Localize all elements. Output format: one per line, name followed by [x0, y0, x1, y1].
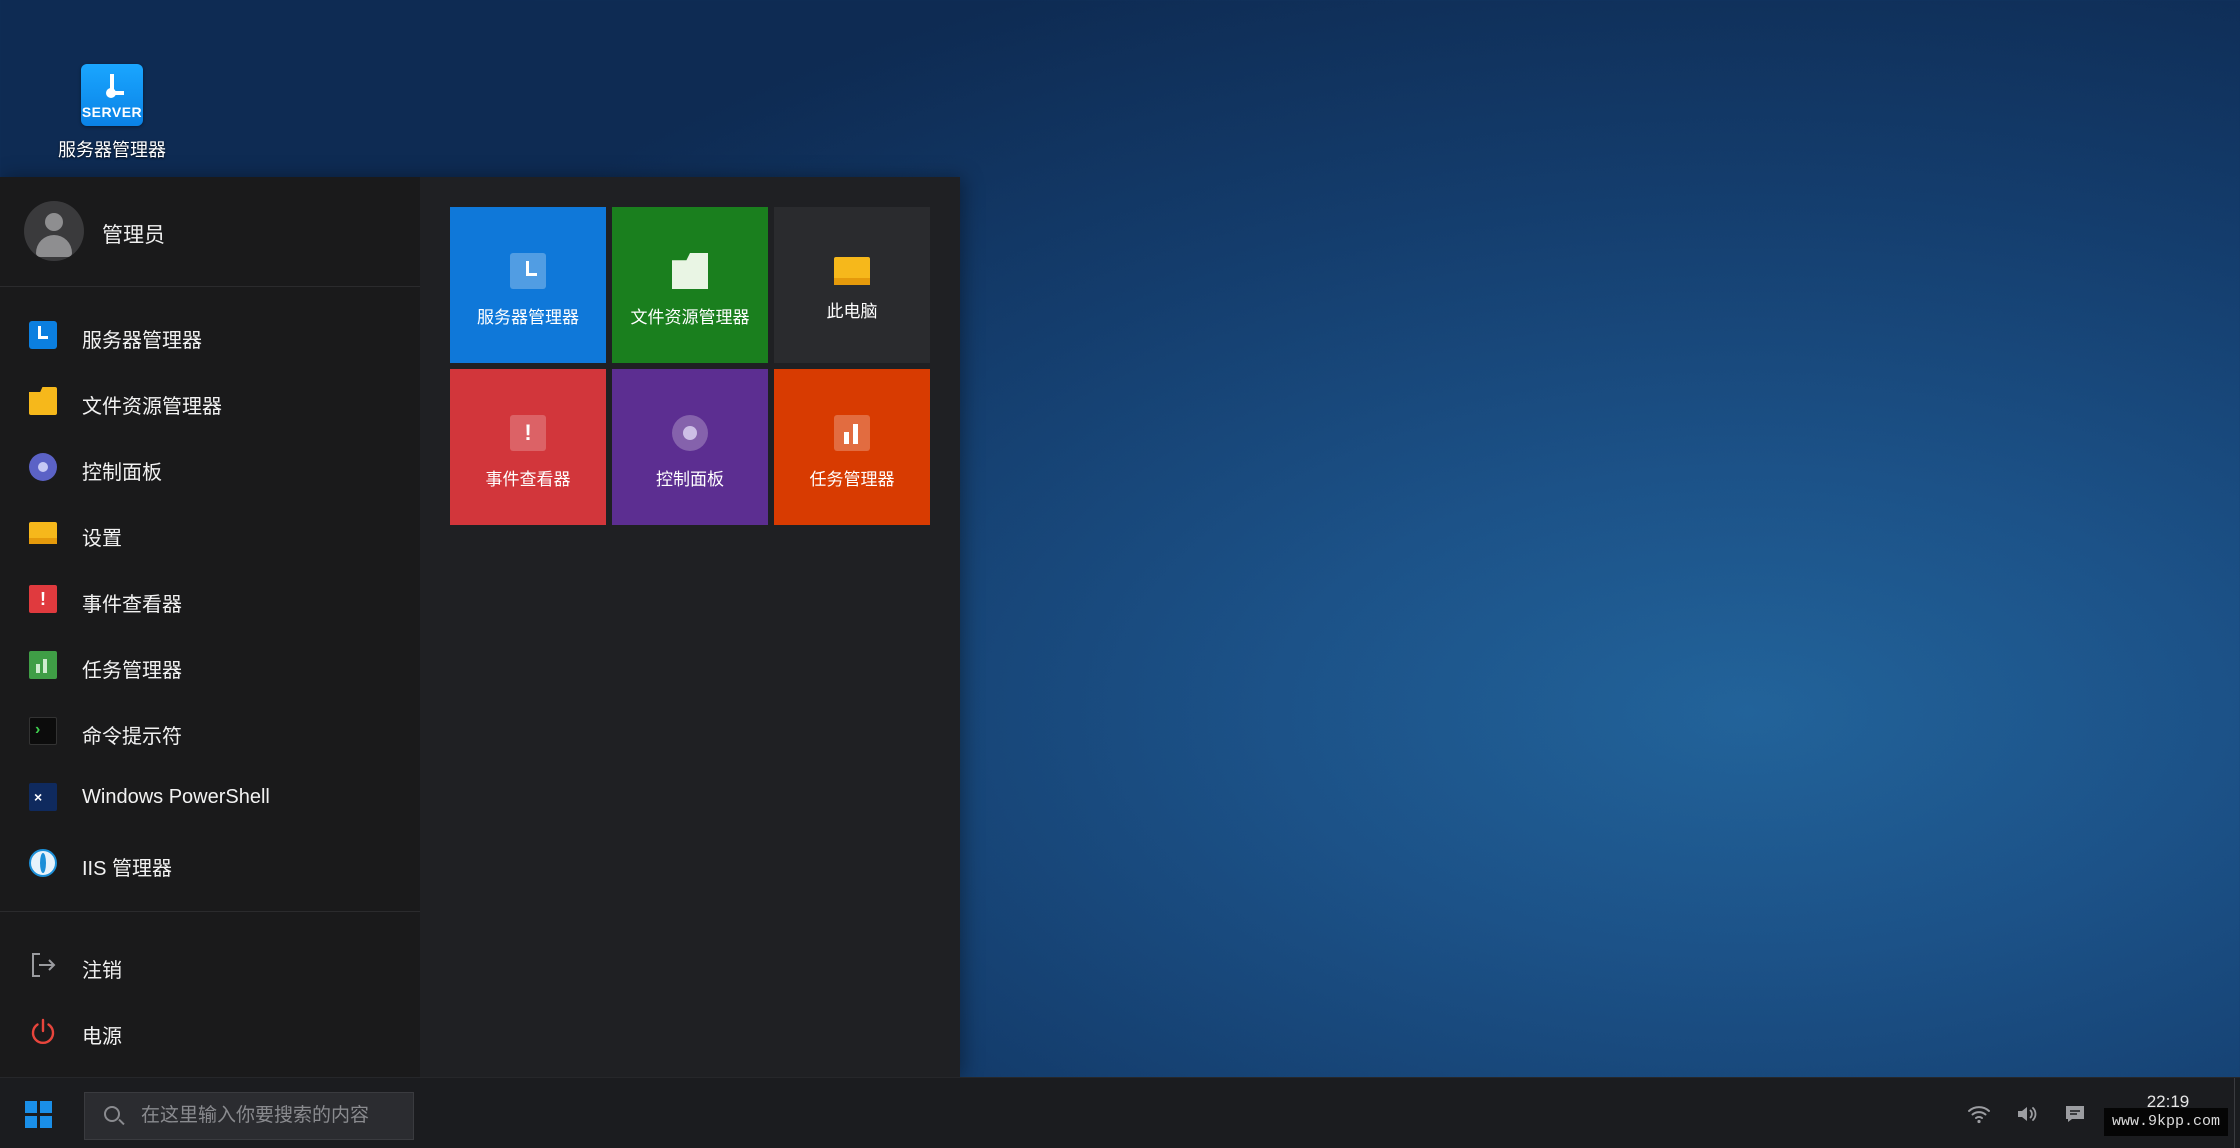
this-pc-icon — [834, 257, 870, 285]
search-input[interactable] — [141, 1101, 401, 1131]
start-menu: 管理员 服务器管理器 文件资源管理器 控制面板 设置 ! 事件查看器 任务管理器… — [0, 177, 960, 1077]
user-name: 管理员 — [102, 224, 165, 247]
app-item-label: 命令提示符 — [82, 726, 182, 748]
server-manager-icon: SERVER — [81, 64, 143, 126]
tile-this-pc[interactable]: 此电脑 — [774, 207, 930, 363]
tile-label: 控制面板 — [656, 470, 724, 489]
app-item-label: IIS 管理器 — [82, 858, 173, 880]
folder-icon — [29, 387, 57, 415]
app-item-label: 服务器管理器 — [82, 330, 202, 352]
windows-logo-icon[interactable] — [25, 1101, 53, 1129]
desktop-icon-server-manager[interactable]: SERVER 服务器管理器 — [40, 60, 184, 162]
settings-icon — [29, 522, 57, 544]
tile-label: 文件资源管理器 — [630, 308, 750, 327]
tile-server-manager[interactable]: 服务器管理器 — [450, 207, 606, 363]
app-item-label: Windows PowerShell — [82, 786, 270, 808]
app-item-settings[interactable]: 设置 — [0, 500, 420, 566]
search-box[interactable] — [84, 1092, 414, 1140]
powershell-icon: × — [29, 783, 57, 811]
tile-control-panel[interactable]: 控制面板 — [612, 369, 768, 525]
app-item-label: 控制面板 — [82, 462, 162, 484]
app-item-task-manager[interactable]: 任务管理器 — [0, 632, 420, 698]
start-menu-left-pane: 管理员 服务器管理器 文件资源管理器 控制面板 设置 ! 事件查看器 任务管理器… — [0, 177, 420, 1077]
power-icon — [29, 1017, 57, 1045]
control-panel-icon — [672, 415, 708, 451]
power-button[interactable]: 电源 — [0, 998, 420, 1064]
divider — [0, 911, 420, 912]
iis-icon — [29, 849, 57, 877]
tile-label: 此电脑 — [826, 302, 878, 321]
command-prompt-icon: › — [29, 717, 57, 745]
app-item-label: 事件查看器 — [82, 594, 182, 616]
task-manager-icon — [29, 651, 57, 679]
app-item-event-viewer[interactable]: ! 事件查看器 — [0, 566, 420, 632]
app-item-powershell[interactable]: × Windows PowerShell — [0, 764, 420, 830]
app-item-label: 任务管理器 — [82, 660, 182, 682]
tile-label: 事件查看器 — [485, 470, 571, 489]
tile-label: 服务器管理器 — [477, 308, 579, 327]
app-item-file-explorer[interactable]: 文件资源管理器 — [0, 368, 420, 434]
tile-file-explorer[interactable]: 文件资源管理器 — [612, 207, 768, 363]
app-item-label: 文件资源管理器 — [82, 396, 222, 418]
show-desktop-button[interactable] — [2234, 1078, 2240, 1148]
desktop-icon-label: 服务器管理器 — [58, 140, 166, 160]
sign-out-icon — [29, 951, 57, 979]
tile-event-viewer[interactable]: ! 事件查看器 — [450, 369, 606, 525]
user-account[interactable]: 管理员 — [0, 177, 420, 287]
app-item-iis-manager[interactable]: IIS 管理器 — [0, 830, 420, 896]
app-item-server-manager[interactable]: 服务器管理器 — [0, 302, 420, 368]
server-badge-text: SERVER — [81, 104, 143, 120]
task-manager-icon — [834, 415, 870, 451]
search-icon — [104, 1106, 120, 1122]
app-list: 服务器管理器 文件资源管理器 控制面板 设置 ! 事件查看器 任务管理器 › 命… — [0, 302, 420, 896]
tile-label: 任务管理器 — [809, 470, 895, 489]
server-manager-icon — [510, 253, 546, 289]
avatar — [24, 201, 84, 261]
watermark: www.9kpp.com — [2104, 1108, 2228, 1136]
sign-out-button[interactable]: 注销 — [0, 932, 420, 998]
power-label: 电源 — [82, 1026, 122, 1048]
power-options: 注销 电源 — [0, 932, 420, 1064]
taskbar: 22:19 www.9kpp.com — [0, 1077, 2240, 1148]
notification-icon[interactable] — [2063, 1102, 2087, 1126]
app-item-control-panel[interactable]: 控制面板 — [0, 434, 420, 500]
event-viewer-icon: ! — [29, 585, 57, 613]
app-item-label: 设置 — [82, 528, 122, 550]
app-item-command-prompt[interactable]: › 命令提示符 — [0, 698, 420, 764]
wifi-icon[interactable] — [1967, 1102, 1991, 1126]
volume-icon[interactable] — [2015, 1102, 2039, 1126]
server-manager-icon — [29, 321, 57, 349]
control-panel-icon — [29, 453, 57, 481]
folder-icon — [672, 253, 708, 289]
sign-out-label: 注销 — [82, 960, 122, 982]
event-viewer-icon: ! — [510, 415, 546, 451]
tile-task-manager[interactable]: 任务管理器 — [774, 369, 930, 525]
